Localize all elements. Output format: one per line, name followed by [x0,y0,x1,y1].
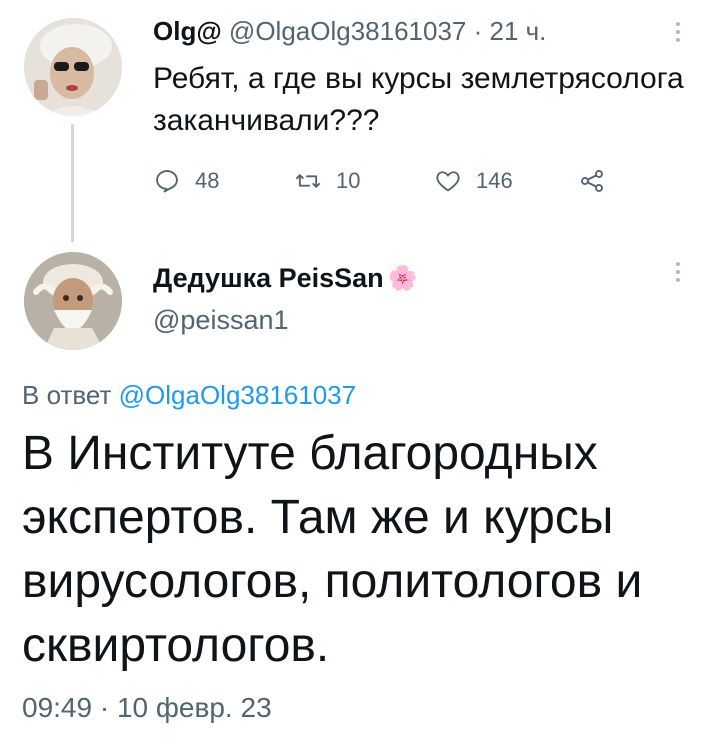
like-count: 146 [476,168,513,193]
parent-author-name[interactable]: Olg@ [153,16,222,46]
share-icon [581,170,603,192]
parent-more-icon[interactable] [676,22,680,42]
reply-to-handle-link[interactable]: @OlgaOlg38161037 [119,380,356,410]
avatar-peissan-image [24,252,122,350]
retweet-count: 10 [336,168,361,193]
parent-tweet-header: Olg@ @OlgaOlg38161037 · 21 ч. [153,16,546,47]
flower-emoji: 🌸 [387,265,418,292]
parent-tweet-text: Ребят, а где вы курсы землетрясолога зак… [153,62,684,137]
main-more-icon[interactable] [676,262,680,282]
thread-connector-line [71,124,74,242]
parent-action-bar: 48 10 146 [153,166,613,196]
main-author-name[interactable]: Дедушка PeisSan [153,263,384,294]
reply-button[interactable]: 48 [153,167,219,195]
avatar-olga[interactable] [24,18,122,116]
main-author-handle[interactable]: @peissan1 [153,305,289,336]
avatar-olga-image [24,18,122,116]
like-icon [436,171,460,192]
reply-count: 48 [195,168,220,193]
reply-context: В ответ @OlgaOlg38161037 [22,380,356,411]
reply-prefix: В ответ [22,380,112,410]
avatar-peissan[interactable] [24,252,122,350]
main-tweet-text: В Институте благородных экспертов. Там ж… [22,427,643,672]
share-button[interactable] [578,167,606,195]
parent-tweet-time[interactable]: · 21 ч. [474,16,547,46]
main-author-name-row: Дедушка PeisSan 🌸 [153,263,418,294]
parent-author-handle[interactable]: @OlgaOlg38161037 [229,16,466,46]
like-button[interactable]: 146 [434,167,513,195]
main-tweet-timestamp[interactable]: 09:49 · 10 февр. 23 [22,692,272,724]
reply-icon [156,170,178,193]
retweet-icon [295,174,321,188]
retweet-button[interactable]: 10 [294,167,360,195]
